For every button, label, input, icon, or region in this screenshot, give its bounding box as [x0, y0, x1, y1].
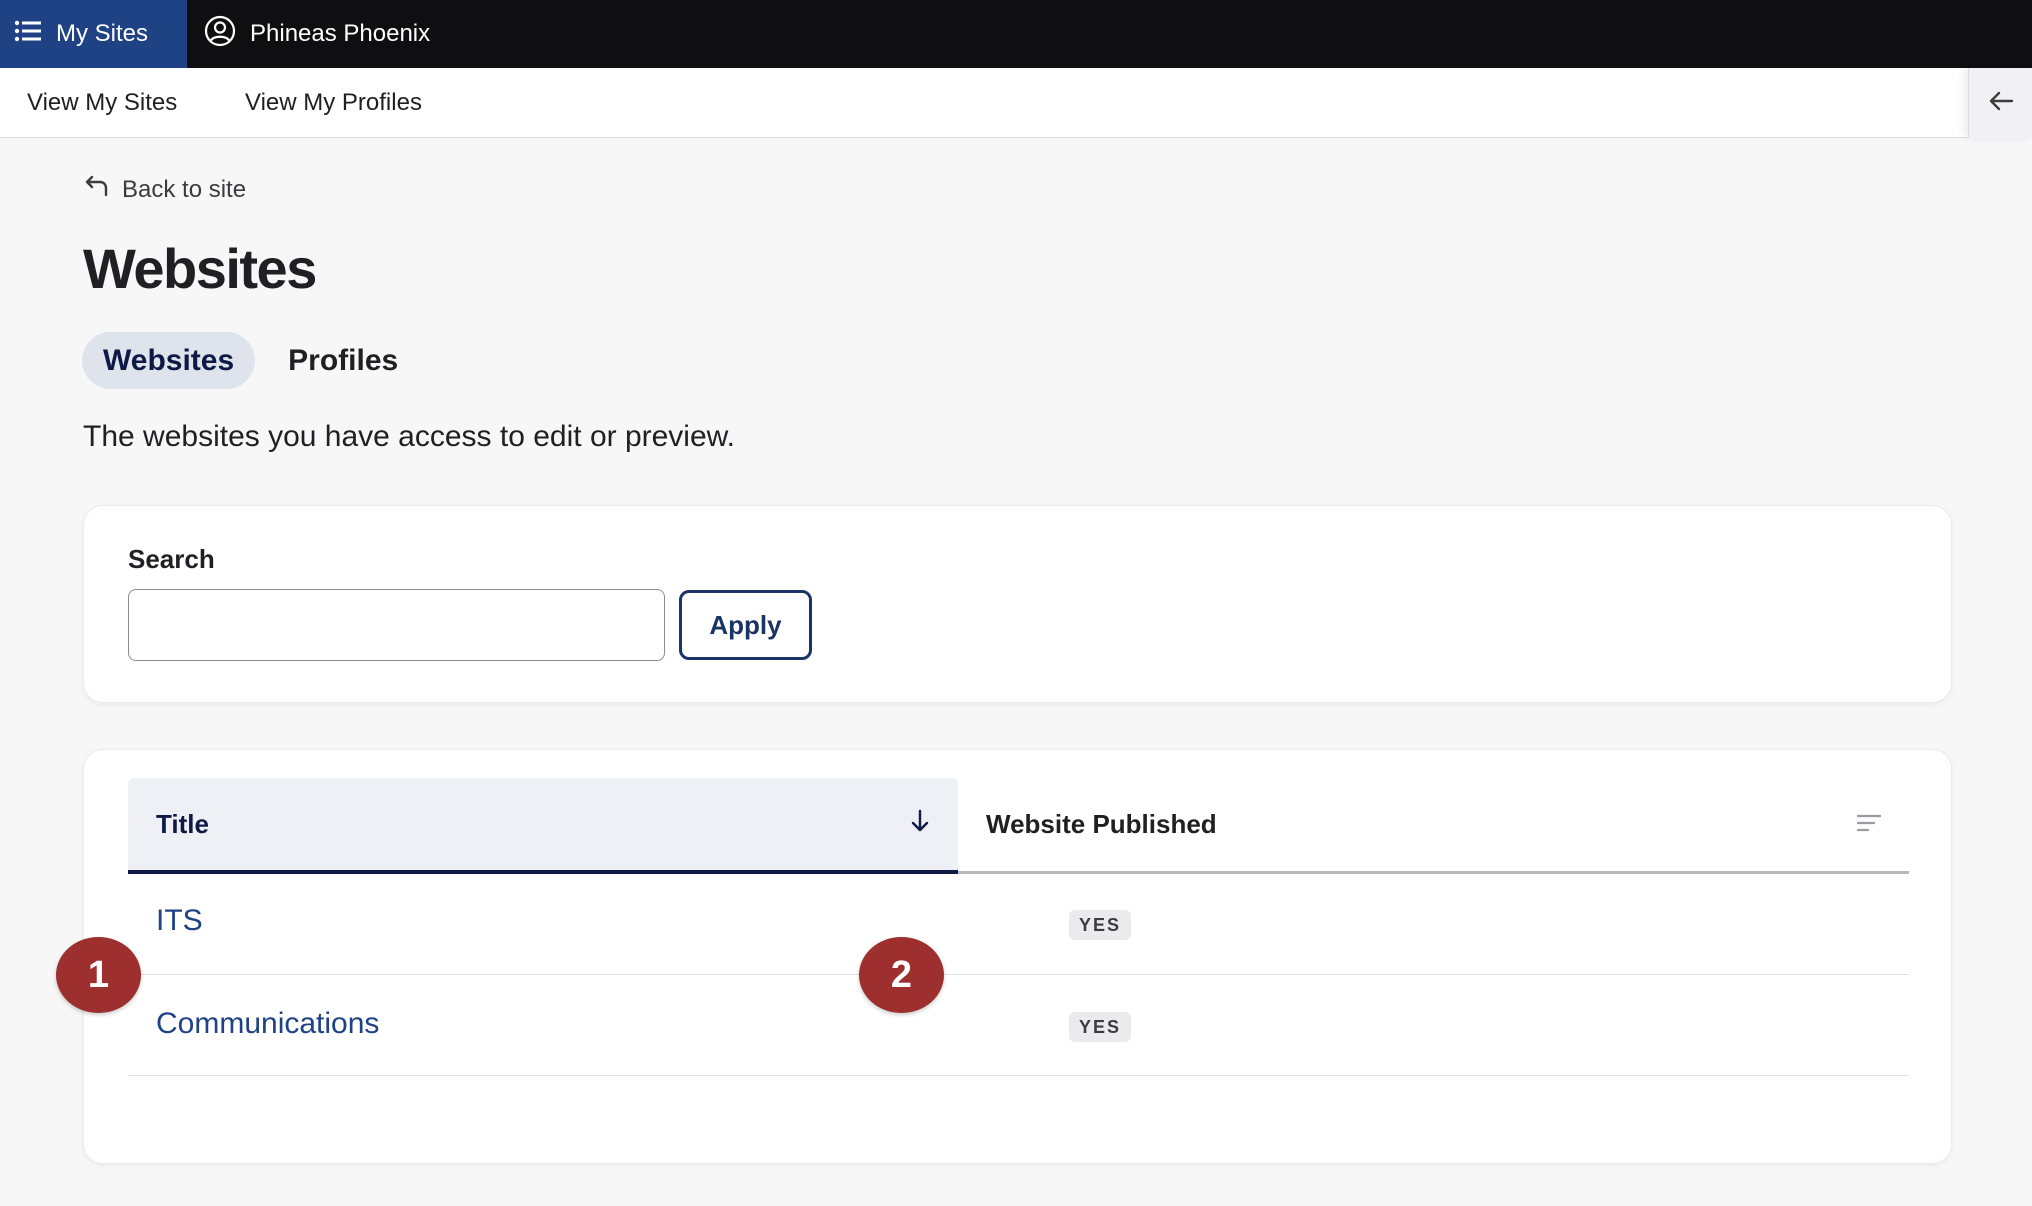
sort-descending-icon [910, 808, 930, 841]
user-name: Phineas Phoenix [250, 20, 431, 47]
list-icon [14, 19, 42, 50]
user-circle-icon [204, 15, 236, 54]
collapse-panel-button[interactable] [1968, 68, 2032, 138]
column-header-title[interactable]: Title [128, 778, 958, 874]
column-header-title-label: Title [156, 808, 209, 839]
tab-bar: Websites Profiles [82, 332, 419, 389]
table-row: Communications YES [128, 975, 1909, 1076]
column-header-published-label: Website Published [986, 809, 1217, 839]
search-label: Search [128, 544, 215, 574]
user-profile-button[interactable]: Phineas Phoenix [187, 0, 430, 68]
sort-icon [1856, 809, 1882, 840]
search-card: Search Apply [83, 505, 1952, 703]
published-badge: YES [1069, 910, 1132, 940]
arrow-left-icon [1988, 90, 2014, 117]
site-title-link[interactable]: Communications [156, 1007, 379, 1041]
page-title: Websites [83, 237, 317, 300]
annotation-marker-2: 2 [859, 937, 944, 1013]
back-to-site-link[interactable]: Back to site [84, 174, 246, 205]
table-row: ITS YES [128, 874, 1909, 975]
apply-button[interactable]: Apply [679, 590, 812, 660]
search-input[interactable] [128, 589, 665, 661]
top-toolbar: My Sites Phineas Phoenix [0, 0, 2032, 68]
back-arrow-icon [84, 174, 110, 205]
websites-table: Title Website Published ITS YES Communic… [83, 749, 1952, 1164]
site-title-link[interactable]: ITS [156, 904, 203, 938]
view-my-profiles-link[interactable]: View My Profiles [245, 89, 422, 117]
page-description: The websites you have access to edit or … [83, 420, 736, 453]
column-header-published[interactable]: Website Published [958, 778, 1909, 874]
secondary-nav: View My Sites View My Profiles [0, 68, 2032, 138]
annotation-marker-1: 1 [56, 937, 141, 1013]
my-sites-label: My Sites [56, 20, 149, 47]
tab-profiles[interactable]: Profiles [267, 332, 419, 389]
published-badge: YES [1069, 1012, 1132, 1042]
back-label: Back to site [122, 175, 247, 203]
my-sites-menu-button[interactable]: My Sites [0, 0, 187, 68]
tab-websites[interactable]: Websites [82, 332, 256, 389]
view-my-sites-link[interactable]: View My Sites [27, 89, 177, 117]
